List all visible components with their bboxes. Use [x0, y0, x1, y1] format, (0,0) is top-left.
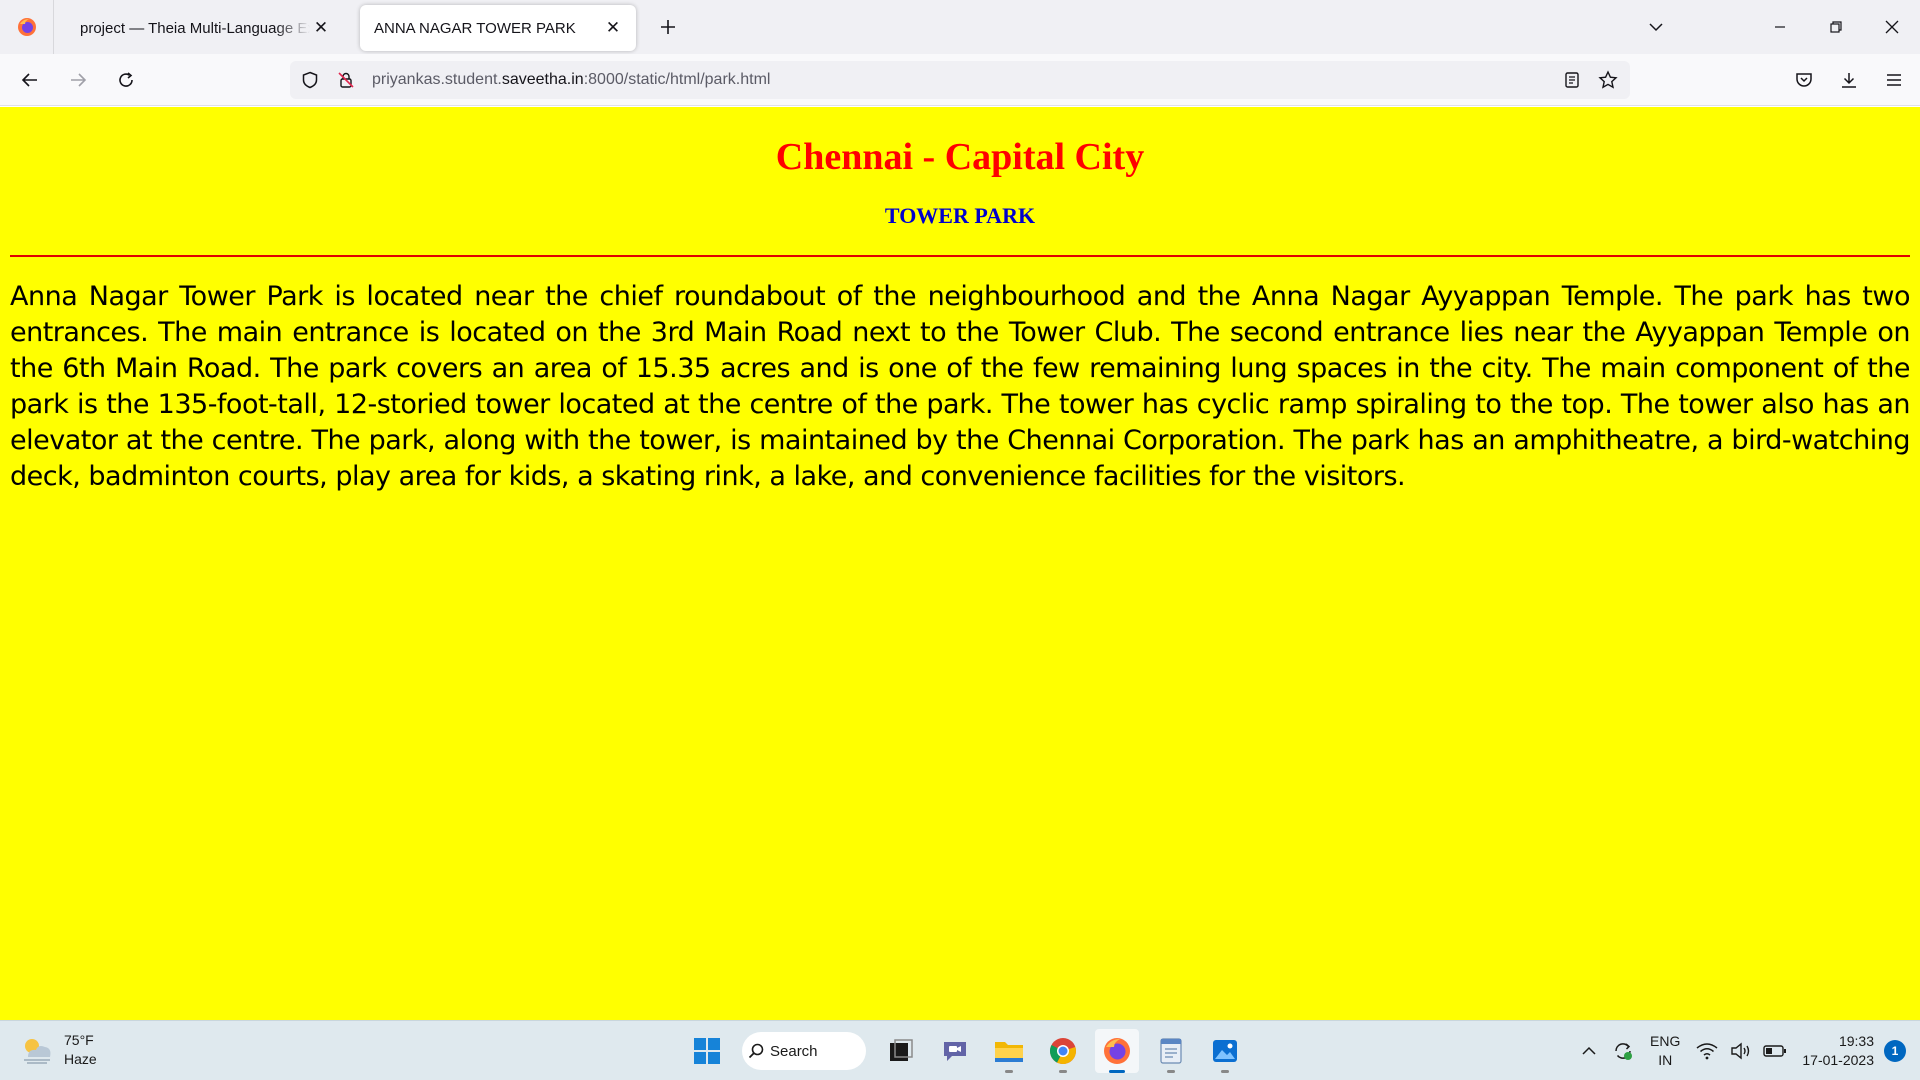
chevron-down-icon — [1649, 23, 1663, 32]
plus-icon — [661, 20, 675, 34]
start-button[interactable] — [685, 1029, 729, 1073]
tab-anna-nagar-tower-park[interactable]: ANNA NAGAR TOWER PARK ✕ — [360, 5, 636, 51]
downloads-button[interactable] — [1831, 62, 1867, 98]
minimize-icon — [1775, 26, 1785, 28]
arrow-right-icon — [71, 72, 87, 87]
url-suffix: :8000/static/html/park.html — [583, 71, 771, 88]
task-view-button[interactable] — [879, 1029, 923, 1073]
weather-condition: Haze — [64, 1051, 97, 1067]
battery-icon[interactable] — [1761, 1037, 1789, 1065]
arrow-left-icon — [21, 72, 37, 87]
weather-haze-icon — [24, 1039, 51, 1064]
tab-title: ANNA NAGAR TOWER PARK — [374, 19, 576, 37]
sync-status-icon[interactable] — [1609, 1037, 1637, 1065]
hamburger-menu-icon — [1887, 74, 1901, 86]
teams-chat-button[interactable] — [933, 1029, 977, 1073]
download-icon — [1842, 73, 1856, 88]
list-all-tabs-button[interactable] — [1636, 7, 1676, 47]
divider — [10, 255, 1910, 257]
photos-app-button[interactable] — [1203, 1029, 1247, 1073]
folder-icon — [995, 1042, 1023, 1062]
navigation-bar: priyankas.student.saveetha.in:8000/stati… — [0, 54, 1920, 106]
input-language-indicator[interactable]: ENG IN — [1650, 1032, 1680, 1070]
notepad-app-button[interactable] — [1149, 1029, 1193, 1073]
clock-date: 17-01-2023 — [1802, 1052, 1874, 1068]
taskbar: 75°F Haze Search ENG IN 19:33 17-01-2023… — [0, 1020, 1920, 1080]
back-button[interactable] — [12, 62, 48, 98]
running-indicator — [1059, 1070, 1067, 1073]
page-subtitle: TOWER PARK — [884, 203, 1036, 228]
chevron-up-icon — [1582, 1046, 1596, 1055]
running-indicator — [1109, 1070, 1125, 1073]
chat-icon — [944, 1042, 966, 1061]
bookmark-star-icon[interactable] — [1592, 64, 1624, 96]
new-tab-button[interactable] — [650, 9, 686, 45]
search-icon — [748, 1043, 764, 1059]
forward-button[interactable] — [60, 62, 96, 98]
reader-view-icon[interactable] — [1556, 64, 1588, 96]
tracking-protection-shield-icon[interactable] — [294, 64, 326, 96]
minimize-button[interactable] — [1752, 0, 1808, 54]
wifi-icon[interactable] — [1693, 1037, 1721, 1065]
tab-title: project — Theia Multi-Language Ex — [80, 19, 310, 37]
chrome-icon — [1049, 1038, 1076, 1065]
url-bar[interactable]: priyankas.student.saveetha.in:8000/stati… — [290, 61, 1630, 99]
page-paragraph: Anna Nagar Tower Park is located near th… — [10, 281, 1911, 492]
clock[interactable]: 19:33 17-01-2023 — [1802, 1032, 1874, 1070]
clock-time: 19:33 — [1838, 1033, 1874, 1049]
running-indicator — [1167, 1070, 1175, 1073]
tab-project[interactable]: project — Theia Multi-Language Ex ✕ — [68, 5, 344, 51]
pocket-button[interactable] — [1786, 62, 1822, 98]
weather-widget[interactable]: 75°F Haze — [20, 1031, 97, 1069]
close-icon[interactable]: ✕ — [310, 17, 332, 39]
url-prefix: priyankas.student. — [372, 71, 502, 88]
windows-logo-icon — [694, 1038, 720, 1064]
pocket-icon — [1796, 73, 1812, 87]
running-indicator — [1005, 1070, 1013, 1073]
weather-temperature: 75°F — [64, 1032, 94, 1048]
close-icon[interactable]: ✕ — [602, 17, 624, 39]
volume-icon[interactable] — [1727, 1037, 1755, 1065]
close-icon — [1885, 20, 1899, 34]
photos-icon — [1213, 1040, 1237, 1062]
tab-strip: project — Theia Multi-Language Ex ✕ ANNA… — [0, 0, 1920, 54]
system-tray: ENG IN 19:33 17-01-2023 1 — [1572, 1029, 1906, 1073]
page-content: Chennai - Capital City TOWER PARK Anna N… — [0, 107, 1920, 1020]
region-code: IN — [1658, 1052, 1673, 1068]
show-hidden-icons-button[interactable] — [1575, 1037, 1603, 1065]
restore-icon — [1830, 21, 1842, 33]
url-text: priyankas.student.saveetha.in:8000/stati… — [372, 71, 770, 89]
reload-button[interactable] — [108, 62, 144, 98]
search-label: Search — [770, 1042, 818, 1060]
document-app-icon — [1160, 1038, 1182, 1064]
running-indicator — [1221, 1070, 1229, 1073]
firefox-icon — [1104, 1038, 1130, 1064]
url-host: saveetha.in — [501, 71, 584, 88]
reload-icon — [119, 71, 133, 87]
task-view-icon — [890, 1039, 913, 1061]
firefox-button[interactable] — [1095, 1029, 1139, 1073]
file-explorer-button[interactable] — [987, 1029, 1031, 1073]
notification-badge[interactable]: 1 — [1884, 1040, 1906, 1062]
language-code: ENG — [1650, 1033, 1681, 1049]
firefox-icon — [17, 18, 36, 36]
insecure-lock-icon[interactable] — [330, 64, 362, 96]
app-menu-button[interactable] — [1876, 62, 1912, 98]
chrome-button[interactable] — [1041, 1029, 1085, 1073]
restore-button[interactable] — [1808, 0, 1864, 54]
taskbar-search[interactable]: Search — [742, 1032, 866, 1070]
firefox-view-button[interactable] — [0, 0, 54, 54]
close-window-button[interactable] — [1864, 0, 1920, 54]
page-title: Chennai - Capital City — [775, 136, 1145, 178]
